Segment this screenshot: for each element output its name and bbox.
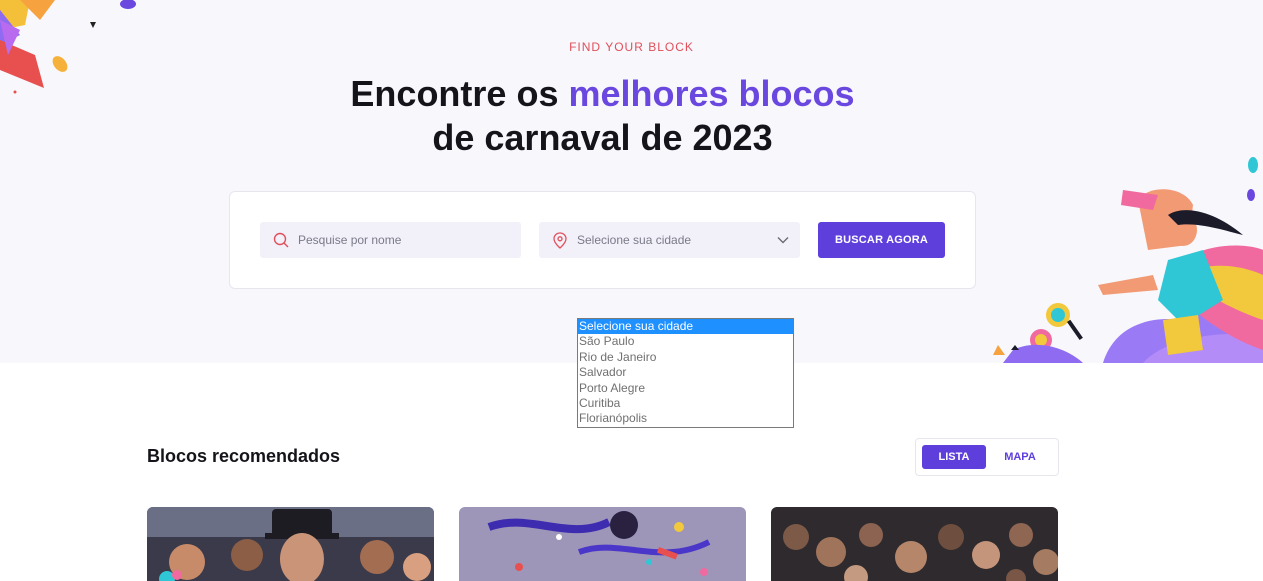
confetti-photo [459,507,746,581]
carnival-dancer-illustration [993,157,1263,363]
search-card: Pesquise por nome Selecione sua cidade B… [229,191,976,289]
name-search-input[interactable]: Pesquise por nome [260,222,521,258]
page-title: Encontre os melhores blocos de carnaval … [0,72,1205,160]
search-button[interactable]: BUSCAR AGORA [818,222,945,258]
headline-accent: melhores blocos [568,73,855,114]
city-option[interactable]: Florianópolis [578,411,793,426]
city-option[interactable]: Porto Alegre [578,381,793,396]
eyebrow-label: FIND YOUR BLOCK [569,40,694,54]
city-select-placeholder: Selecione sua cidade [577,233,692,247]
city-option[interactable]: Curitiba [578,396,793,411]
headline-part1: Encontre os [350,73,569,114]
location-pin-icon [551,231,569,249]
search-icon [272,231,290,249]
crowd-photo [147,507,434,581]
bloco-card-image[interactable] [147,507,434,581]
headline-line2: de carnaval de 2023 [432,117,773,158]
chevron-down-icon [776,233,790,247]
bloco-card-image[interactable] [771,507,1058,581]
name-search-placeholder: Pesquise por nome [298,233,402,247]
city-dropdown-list[interactable]: Selecione sua cidade São Paulo Rio de Ja… [577,318,794,428]
bloco-card-image[interactable] [459,507,746,581]
view-toggle: LISTA MAPA [915,438,1059,476]
list-view-button[interactable]: LISTA [922,445,986,469]
city-option[interactable]: São Paulo [578,334,793,349]
city-option[interactable]: Selecione sua cidade [578,319,793,335]
city-select[interactable]: Selecione sua cidade [539,222,800,258]
street-crowd-photo [771,507,1058,581]
city-option[interactable]: Rio de Janeiro [578,350,793,365]
map-view-button[interactable]: MAPA [992,445,1048,469]
hero-section: FIND YOUR BLOCK Encontre os melhores blo… [0,0,1263,363]
city-option[interactable]: Salvador [578,365,793,380]
section-title: Blocos recomendados [147,446,341,466]
